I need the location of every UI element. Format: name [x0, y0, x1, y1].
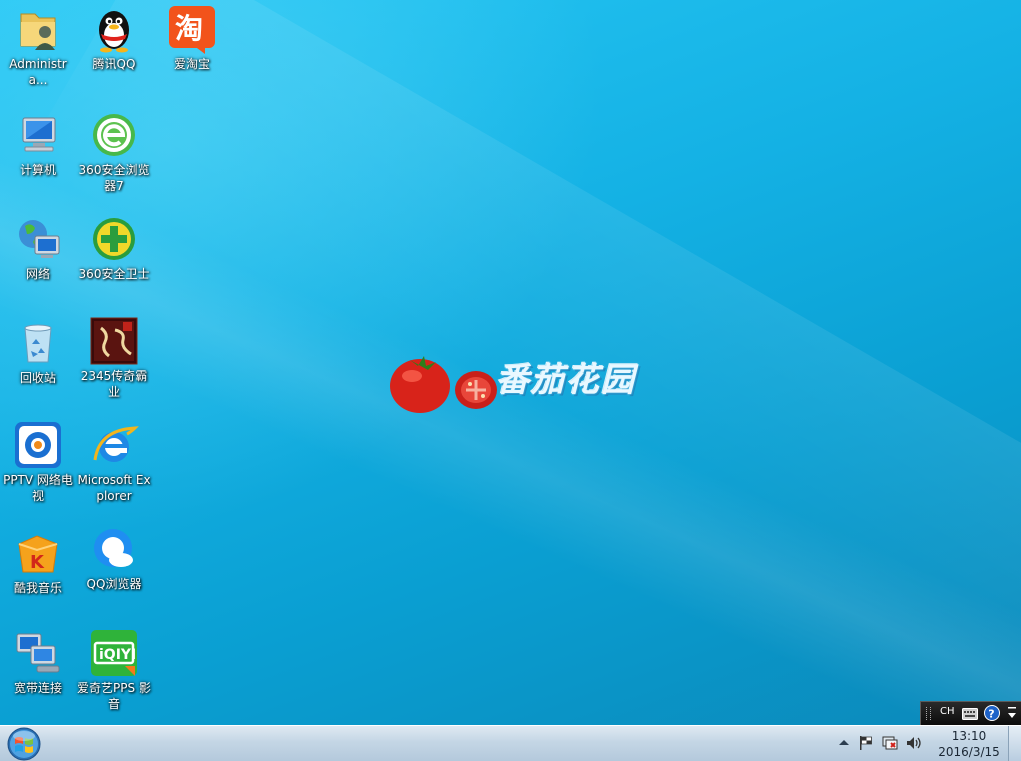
360-safe-guard-icon — [93, 218, 135, 260]
desktop-icon-kuwo-music[interactable]: K 酷我音乐 — [0, 528, 76, 596]
desktop-icon-iqiyi-pps[interactable]: iQIYI 爱奇艺PPS 影音 — [76, 628, 152, 712]
clock-time: 13:10 — [951, 729, 987, 743]
desktop-icon-computer[interactable]: 计算机 — [0, 110, 76, 178]
desktop-icon-label: 360安全卫士 — [78, 267, 150, 281]
desktop-icon-tencent-qq[interactable]: 腾讯QQ — [76, 4, 152, 72]
desktop-icon-label: 腾讯QQ — [92, 57, 136, 71]
desktop-icon-label: 宽带连接 — [13, 681, 62, 695]
language-bar[interactable]: CH ? — [920, 701, 1021, 725]
desktop-icon-ai-taobao[interactable]: 淘 爱淘宝 — [154, 4, 230, 72]
desktop-icon-label: 2345传奇霸业 — [80, 369, 148, 399]
desktop-icon-360-browser[interactable]: 360安全浏览器7 — [76, 110, 152, 194]
legend-game-icon — [90, 317, 138, 365]
desktop[interactable]: Administra... 计算机 网络 回收站 PPTV 网络电视 K 酷我音… — [0, 0, 1021, 761]
pptv-icon — [15, 422, 61, 468]
tomato-icon — [390, 356, 497, 413]
network-icon[interactable] — [881, 734, 899, 752]
desktop-icon-label: PPTV 网络电视 — [3, 473, 73, 503]
desktop-icon-label: 网络 — [25, 267, 50, 281]
svg-text:?: ? — [988, 708, 994, 721]
desktop-icon-label: 360安全浏览器7 — [78, 163, 150, 193]
system-clock[interactable]: 13:10 2016/3/15 — [930, 728, 1008, 760]
desktop-icon-label: QQ浏览器 — [86, 577, 142, 591]
start-button[interactable] — [4, 726, 44, 761]
360-browser-icon — [93, 114, 135, 156]
desktop-icon-label: Administra... — [9, 57, 67, 87]
windows-orb-icon — [7, 727, 41, 761]
language-bar-grip[interactable] — [926, 707, 931, 720]
computer-icon — [22, 117, 56, 152]
langbar-options-icon[interactable] — [1007, 707, 1017, 721]
help-icon[interactable]: ? — [984, 705, 1000, 721]
svg-text:淘: 淘 — [175, 12, 203, 45]
desktop-icon-label: 酷我音乐 — [13, 581, 62, 595]
desktop-icon-network[interactable]: 网络 — [0, 214, 76, 282]
desktop-icon-label: 爱淘宝 — [173, 57, 210, 71]
keyboard-icon[interactable] — [962, 708, 978, 720]
desktop-icon-360-safe[interactable]: 360安全卫士 — [76, 214, 152, 282]
desktop-icon-label: 回收站 — [19, 371, 56, 385]
show-hidden-icons-icon[interactable] — [835, 734, 853, 752]
desktop-icon-label: Microsoft Explorer — [77, 473, 151, 503]
desktop-icon-label: 爱奇艺PPS 影音 — [77, 681, 151, 711]
desktop-icon-label: 计算机 — [19, 163, 56, 177]
show-desktop-button[interactable] — [1008, 726, 1021, 761]
wallpaper-logo: 番茄花园 — [388, 350, 668, 420]
kuwo-music-icon: K — [18, 535, 58, 573]
broadband-connection-icon — [16, 633, 60, 673]
svg-text:K: K — [30, 552, 45, 573]
svg-text:iQIYI: iQIYI — [99, 647, 136, 663]
notification-area — [835, 730, 935, 758]
iqiyi-icon: iQIYI — [91, 630, 137, 676]
desktop-icon-2345-game[interactable]: 2345传奇霸业 — [76, 316, 152, 400]
taobao-icon: 淘 — [169, 6, 215, 54]
desktop-icon-broadband[interactable]: 宽带连接 — [0, 628, 76, 696]
qq-browser-icon — [94, 529, 133, 567]
desktop-icon-qq-browser[interactable]: QQ浏览器 — [76, 524, 152, 592]
logo-text: 番茄花园 — [496, 360, 636, 399]
user-folder-icon — [20, 13, 56, 50]
desktop-icon-pptv[interactable]: PPTV 网络电视 — [0, 420, 76, 504]
internet-explorer-icon — [93, 426, 139, 462]
action-center-flag-icon[interactable] — [857, 734, 875, 752]
taskbar: 13:10 2016/3/15 — [0, 725, 1021, 761]
recycle-bin-icon — [24, 324, 52, 363]
desktop-icon-administrator[interactable]: Administra... — [0, 4, 76, 88]
desktop-icon-recycle-bin[interactable]: 回收站 — [0, 318, 76, 386]
desktop-icon-microsoft-explorer[interactable]: Microsoft Explorer — [76, 420, 152, 504]
language-code[interactable]: CH — [940, 706, 955, 717]
qq-penguin-icon — [99, 11, 129, 53]
clock-date: 2016/3/15 — [938, 745, 1000, 759]
volume-icon[interactable] — [905, 734, 923, 752]
network-globe-icon — [19, 220, 60, 258]
